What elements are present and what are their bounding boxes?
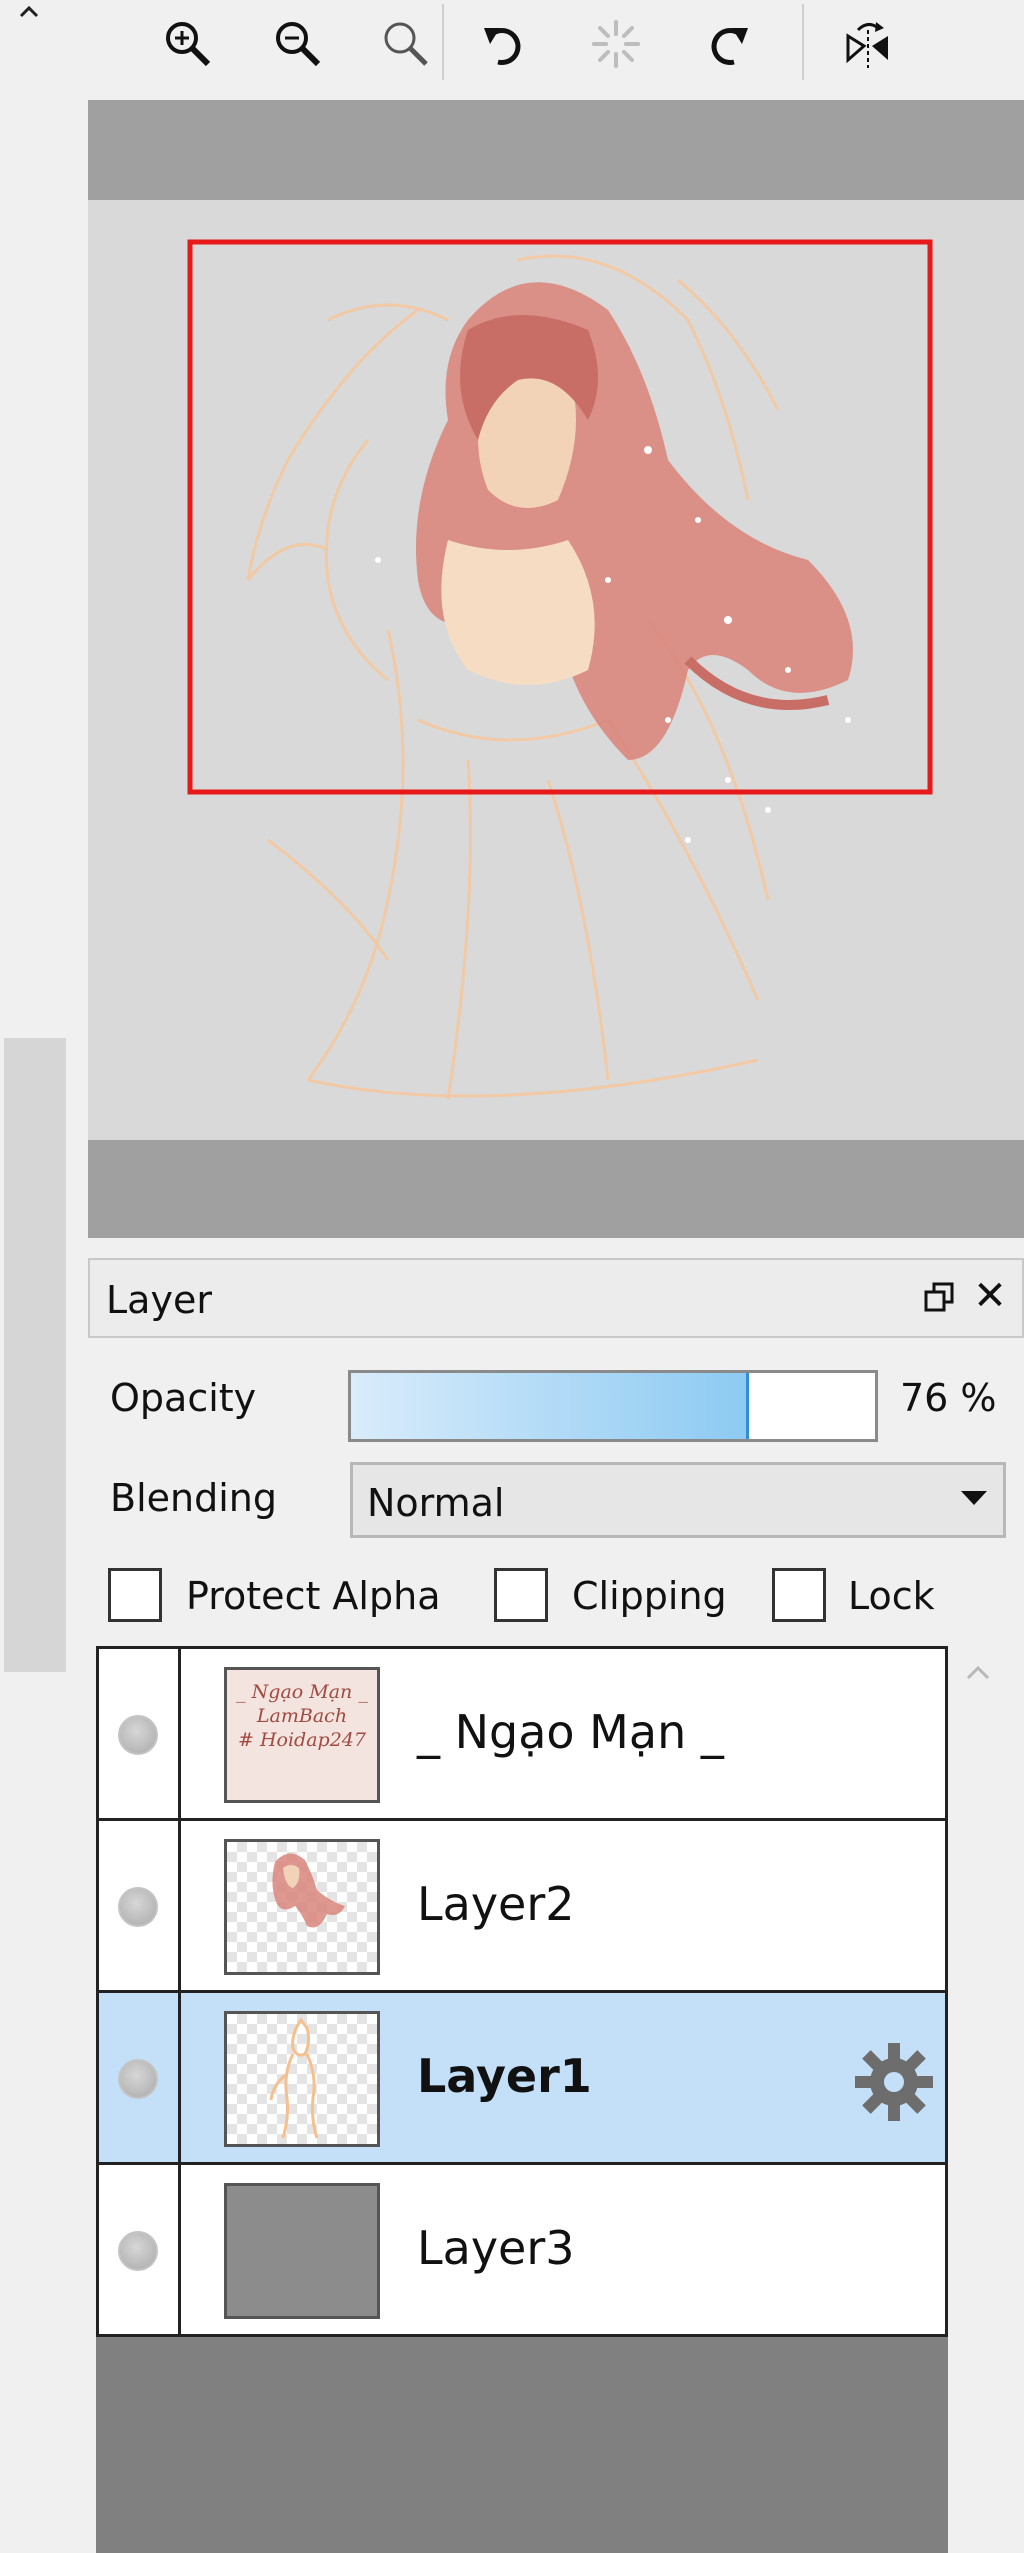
flip-horizontal-icon	[846, 22, 888, 68]
blending-select[interactable]: Normal	[350, 1462, 1006, 1538]
layer-thumbnail	[224, 2011, 380, 2147]
zoom-out-button[interactable]	[260, 6, 336, 82]
protect-alpha-checkbox[interactable]	[108, 1568, 162, 1622]
rotate-right-button[interactable]	[690, 6, 766, 82]
toolbar-divider	[442, 4, 444, 80]
layer-row[interactable]: Layer2	[96, 1818, 948, 1993]
layer-name: Layer3	[417, 2221, 575, 2275]
visibility-toggle-icon[interactable]	[118, 1715, 158, 1755]
rotate-reset-icon	[592, 20, 640, 68]
rotate-left-icon	[484, 28, 521, 65]
close-icon[interactable]: ✕	[968, 1274, 1012, 1318]
layer-thumbnail	[224, 1839, 380, 1975]
rotate-left-button[interactable]	[466, 6, 542, 82]
protect-alpha-label: Protect Alpha	[186, 1574, 441, 1618]
zoom-reset-button[interactable]	[368, 6, 444, 82]
navigator-toolbar	[70, 0, 1024, 100]
layer-name: Layer1	[417, 2049, 592, 2103]
opacity-slider[interactable]	[348, 1370, 878, 1442]
gear-icon[interactable]	[851, 2039, 937, 2125]
restore-window-icon[interactable]	[920, 1278, 960, 1318]
rotate-right-icon	[711, 28, 748, 65]
navigator-margin-top	[88, 100, 1024, 200]
layer-thumbnail: _ Ngạo Mạn _ LamBach # Hoidap247	[224, 1667, 380, 1803]
layer-list: _ Ngạo Mạn _ LamBach # Hoidap247 _ Ngạo …	[96, 1646, 948, 2553]
chevron-up-icon[interactable]	[14, 0, 44, 26]
rotate-reset-button[interactable]	[578, 6, 654, 82]
layer-thumbnail	[224, 2183, 380, 2319]
clipping-checkbox[interactable]	[494, 1568, 548, 1622]
thumb-text-line: _ Ngạo Mạn _	[236, 1681, 368, 1703]
visibility-cell[interactable]	[99, 2165, 181, 2334]
clipping-label: Clipping	[572, 1574, 727, 1618]
flip-horizontal-button[interactable]	[830, 6, 906, 82]
visibility-cell[interactable]	[99, 1821, 181, 1990]
zoom-in-button[interactable]	[150, 6, 226, 82]
layer-row[interactable]: Layer3	[96, 2162, 948, 2337]
zoom-out-icon	[276, 22, 321, 67]
layer-row[interactable]: _ Ngạo Mạn _ LamBach # Hoidap247 _ Ngạo …	[96, 1646, 948, 1821]
chevron-up-icon[interactable]	[958, 1658, 998, 1688]
thumb-text-line: LamBach	[256, 1705, 348, 1727]
zoom-reset-icon	[384, 22, 428, 66]
sketch-thumbnail-icon	[269, 2017, 319, 2139]
app-window: Layer ✕ Opacity 76 % Blending Normal Pro…	[0, 0, 1024, 2553]
layer-row-selected[interactable]: Layer1	[96, 1990, 948, 2165]
visibility-cell[interactable]	[99, 1649, 181, 1818]
opacity-slider-fill	[351, 1373, 750, 1439]
layer-panel: Layer ✕ Opacity 76 % Blending Normal Pro…	[88, 1258, 1024, 2553]
visibility-toggle-icon[interactable]	[118, 2231, 158, 2271]
lock-label: Lock	[848, 1574, 935, 1618]
opacity-label: Opacity	[110, 1376, 257, 1420]
opacity-value: 76 %	[900, 1376, 997, 1420]
lock-checkbox[interactable]	[772, 1568, 826, 1622]
thumb-text-line: # Hoidap247	[238, 1729, 366, 1751]
blending-label: Blending	[110, 1476, 277, 1520]
blending-value: Normal	[367, 1481, 505, 1525]
toolbar-divider	[802, 4, 804, 80]
artwork-preview	[88, 200, 1024, 1140]
left-strip	[0, 0, 70, 2553]
canvas-preview[interactable]	[88, 200, 1024, 1140]
layer-name: Layer2	[417, 1877, 575, 1931]
visibility-cell[interactable]	[99, 1993, 181, 2162]
visibility-toggle-icon[interactable]	[118, 2059, 158, 2099]
layer-name: _ Ngạo Mạn _	[417, 1705, 724, 1759]
visibility-toggle-icon[interactable]	[118, 1887, 158, 1927]
dropdown-arrow-icon	[961, 1491, 987, 1505]
painting-thumbnail-icon	[272, 1853, 345, 1928]
navigator-margin-bottom	[88, 1140, 1024, 1238]
panel-header: Layer ✕	[88, 1258, 1024, 1338]
zoom-in-icon	[166, 22, 211, 67]
panel-title: Layer	[106, 1278, 212, 1322]
vertical-scrollbar-thumb[interactable]	[4, 1038, 66, 1672]
navigator-preview[interactable]	[88, 100, 1024, 1238]
